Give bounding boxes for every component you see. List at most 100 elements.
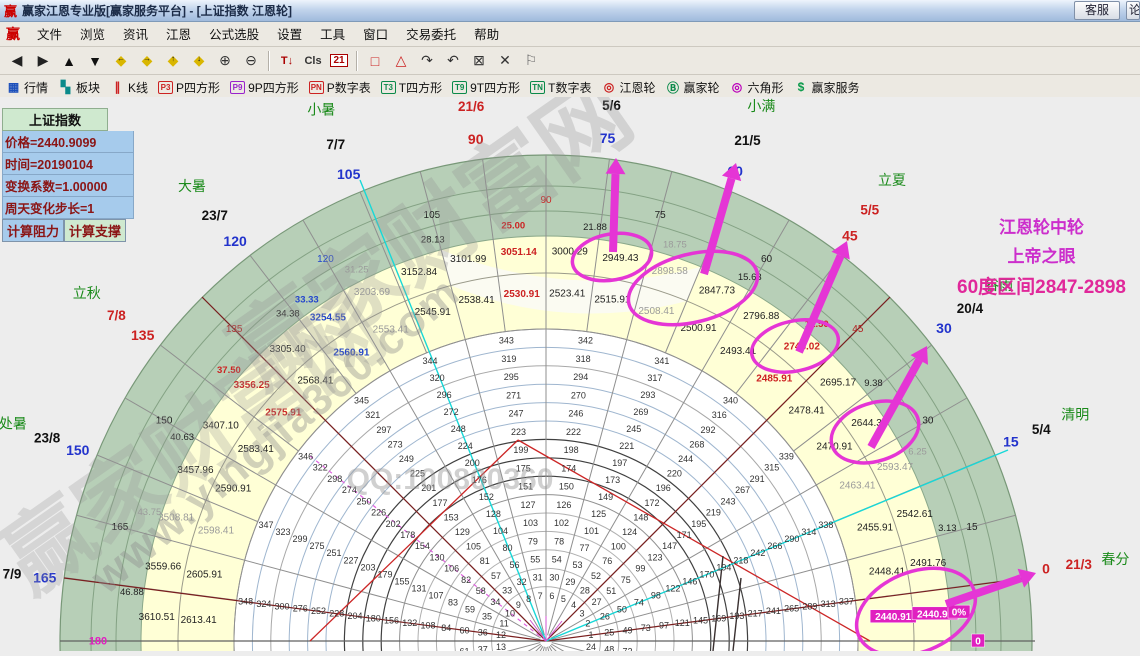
svg-text:小满: 小满: [747, 98, 775, 114]
view-item-sectors[interactable]: ▚ 板块: [58, 79, 100, 96]
note-line3: 60度区间2847-2898: [957, 276, 1126, 298]
svg-text:5/5: 5/5: [860, 202, 879, 217]
svg-text:75: 75: [621, 575, 631, 585]
menu-item-6[interactable]: 工具: [311, 26, 354, 44]
svg-text:204: 204: [348, 611, 363, 621]
svg-text:77: 77: [579, 543, 589, 553]
svg-text:123: 123: [647, 552, 662, 562]
kline-icon: ∥: [114, 80, 121, 94]
view-item-winner-wheel[interactable]: Ⓑ 赢家轮: [665, 79, 720, 96]
svg-text:219: 219: [706, 508, 721, 518]
svg-text:80: 80: [502, 543, 512, 553]
diamond-up-icon[interactable]: ◆ ↑: [161, 49, 185, 73]
view-item-hexagon[interactable]: ◎ 六角形: [730, 79, 784, 96]
flag-icon[interactable]: ⚐: [519, 49, 543, 73]
arc-ccw-icon[interactable]: ↶: [441, 49, 465, 73]
view-item-label: P四方形: [176, 80, 221, 95]
window-title: 赢家江恩专业版[赢家服务平台] - [上证指数 江恩轮]: [22, 4, 292, 18]
view-item-quotes[interactable]: ▦ 行情: [6, 79, 48, 96]
svg-text:224: 224: [458, 441, 473, 451]
svg-text:146: 146: [682, 576, 697, 586]
menu-item-3[interactable]: 江恩: [157, 26, 200, 44]
svg-text:2: 2: [585, 619, 590, 629]
svg-text:180: 180: [89, 636, 107, 648]
view-item-9p-square[interactable]: P9 9P四方形: [230, 79, 299, 96]
view-item-label: 赢家服务: [811, 80, 860, 95]
svg-text:341: 341: [654, 356, 669, 366]
zoom-out-icon[interactable]: ⊖: [239, 49, 263, 73]
vertical-scale-icon[interactable]: T↓: [275, 49, 299, 73]
svg-text:321: 321: [365, 410, 380, 420]
forum-button[interactable]: 论坛: [1126, 1, 1140, 20]
view-item-t-square[interactable]: T3 T四方形: [380, 79, 442, 96]
diamond-left-icon[interactable]: ◆ ←: [109, 49, 133, 73]
gann-wheel-chart[interactable]: 1 2 3 4 5 6 7 8 9 10 11 12 13 24 25 26 27 28 29 30 31 32 33 34 3…: [0, 61, 1140, 656]
svg-text:5: 5: [561, 594, 566, 604]
menu-item-5[interactable]: 设置: [268, 26, 311, 44]
calc-resistance-button[interactable]: 计算阻力: [2, 219, 65, 242]
view-item-kline[interactable]: ∥ K线: [110, 79, 149, 96]
svg-text:0: 0: [1042, 561, 1050, 577]
svg-text:272: 272: [444, 407, 459, 417]
svg-text:2949.43: 2949.43: [602, 253, 639, 264]
square-tool-icon[interactable]: □: [363, 49, 387, 73]
svg-text:56: 56: [510, 560, 520, 570]
menu-item-7[interactable]: 窗口: [354, 26, 397, 44]
svg-text:3051.14: 3051.14: [501, 247, 538, 258]
svg-text:52: 52: [591, 571, 601, 581]
forward-icon[interactable]: ▶: [31, 49, 55, 73]
arc-cw-icon[interactable]: ↷: [415, 49, 439, 73]
menu-item-0[interactable]: 文件: [28, 26, 71, 44]
svg-text:73: 73: [641, 623, 651, 633]
down-icon[interactable]: ▼: [83, 49, 107, 73]
view-item-label: T数字表: [548, 80, 592, 95]
p-number-table-icon: PN: [308, 80, 324, 94]
svg-text:244: 244: [678, 454, 693, 464]
zoom-in-icon[interactable]: ⊕: [213, 49, 237, 73]
customer-service-button[interactable]: 客服: [1073, 1, 1120, 20]
triangle-tool-icon[interactable]: △: [389, 49, 413, 73]
diamond-down-icon[interactable]: ◆ ↓: [187, 49, 211, 73]
svg-text:50: 50: [617, 605, 627, 615]
svg-text:107: 107: [429, 590, 444, 600]
sectors-icon: ▚: [60, 80, 71, 94]
svg-text:清明: 清明: [1061, 406, 1089, 422]
menu-item-1[interactable]: 浏览: [71, 26, 114, 44]
svg-text:250: 250: [356, 496, 371, 506]
menu-item-4[interactable]: 公式选股: [200, 26, 268, 44]
menu-item-9[interactable]: 帮助: [465, 26, 508, 44]
svg-text:340: 340: [723, 396, 738, 406]
svg-text:150: 150: [559, 482, 574, 492]
back-icon[interactable]: ◀: [5, 49, 29, 73]
svg-text:54: 54: [552, 555, 562, 565]
svg-text:45: 45: [852, 324, 864, 335]
svg-text:60: 60: [459, 625, 469, 635]
svg-text:294: 294: [573, 372, 588, 382]
svg-text:266: 266: [767, 541, 782, 551]
menu-item-2[interactable]: 资讯: [114, 26, 157, 44]
svg-text:124: 124: [622, 527, 637, 537]
up-icon[interactable]: ▲: [57, 49, 81, 73]
svg-text:30: 30: [549, 573, 559, 583]
svg-text:299: 299: [293, 534, 308, 544]
diamond-right-icon[interactable]: ◆ →: [135, 49, 159, 73]
cross-arrows-icon[interactable]: ✕: [493, 49, 517, 73]
view-item-t-number-table[interactable]: TN T数字表: [530, 79, 591, 96]
cls-icon[interactable]: Cls: [301, 49, 325, 73]
view-item-9t-square[interactable]: T9 9T四方形: [452, 79, 520, 96]
svg-text:194: 194: [716, 562, 731, 572]
9p-square-icon: P9: [230, 80, 246, 94]
svg-text:241: 241: [766, 606, 781, 616]
calc-support-button[interactable]: 计算支撑: [64, 219, 127, 242]
view-item-p-number-table[interactable]: PN P数字表: [308, 79, 371, 96]
view-item-winner-service[interactable]: $ 赢家服务: [794, 79, 860, 96]
calendar-icon[interactable]: 21: [327, 49, 351, 73]
svg-text:320: 320: [430, 373, 445, 383]
quotes-icon: ▦: [7, 80, 20, 94]
view-item-gann-wheel[interactable]: ◎ 江恩轮: [601, 79, 656, 96]
svg-text:105: 105: [337, 166, 361, 182]
boxed-x-icon[interactable]: ⊠: [467, 49, 491, 73]
menu-item-8[interactable]: 交易委托: [397, 26, 465, 44]
view-item-p-square[interactable]: P3 P四方形: [158, 79, 220, 96]
svg-text:217: 217: [748, 608, 763, 618]
